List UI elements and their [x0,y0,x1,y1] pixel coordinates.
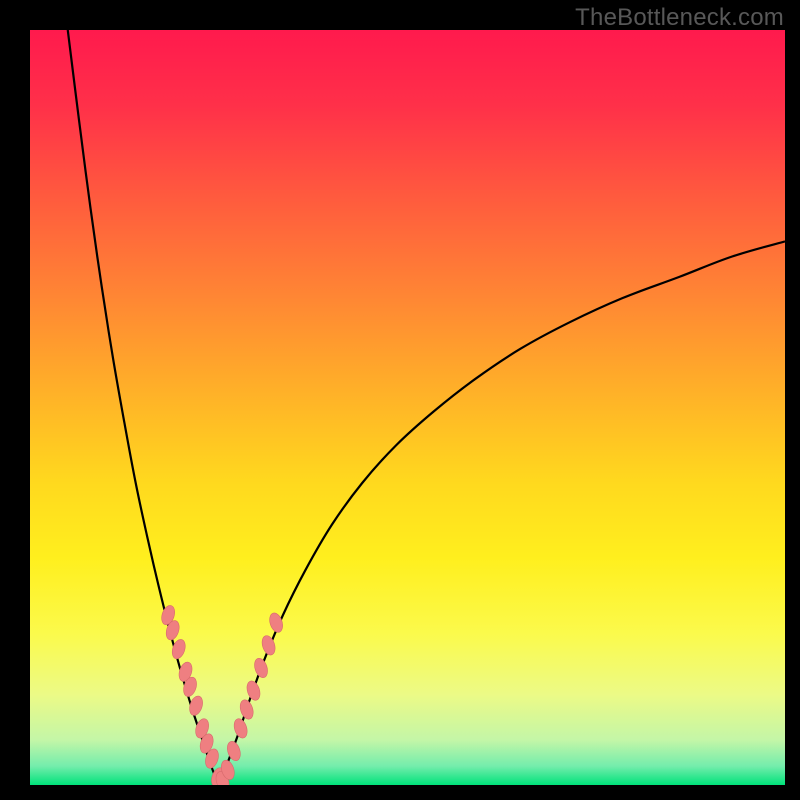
curve-right-branch [219,241,785,785]
curve-layer [30,30,785,785]
curve-marker [232,717,250,740]
curve-left-branch [68,30,219,785]
plot-area [30,30,785,785]
watermark-text: TheBottleneck.com [575,4,784,32]
outer-frame: TheBottleneck.com [0,0,800,800]
marker-group [159,604,285,785]
curve-marker [252,657,270,680]
curve-marker [187,694,205,717]
curve-marker [245,679,263,702]
curve-marker [260,634,278,657]
curve-marker [225,740,243,763]
curve-marker [238,698,256,721]
